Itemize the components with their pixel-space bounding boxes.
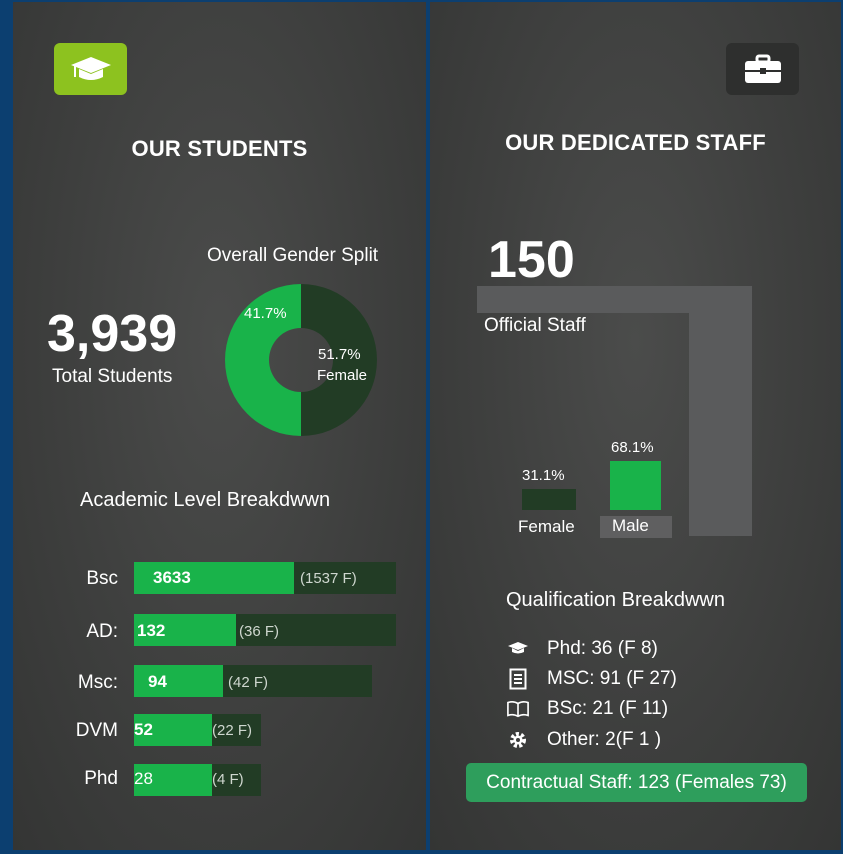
staff-tile bbox=[726, 43, 799, 95]
staff-female-pct: 31.1% bbox=[522, 467, 565, 484]
total-staff-number: 150 bbox=[488, 231, 575, 289]
qualification-title: Qualification Breakdwwn bbox=[506, 589, 725, 611]
total-students-label: Total Students bbox=[52, 366, 173, 387]
level-female: (1537 F) bbox=[300, 570, 357, 587]
level-female: (22 F) bbox=[212, 722, 253, 739]
staff-male-pct: 68.1% bbox=[611, 439, 654, 456]
students-title: OUR STUDENTS bbox=[131, 136, 308, 161]
staff-title: OUR DEDICATED STAFF bbox=[505, 130, 766, 155]
students-panel: OUR STUDENTS 3,939 Total Students Overal… bbox=[13, 2, 426, 850]
qualification-item-phd: Phd: 36 (F 8) bbox=[507, 638, 658, 660]
staff-panel: OUR DEDICATED STAFF 150 Official Staff 3… bbox=[430, 2, 841, 850]
staff-male-label: Male bbox=[600, 516, 672, 538]
level-value: 94 bbox=[148, 672, 167, 691]
qualification-text: MSC: 91 (F 27) bbox=[547, 668, 677, 689]
document-icon bbox=[507, 668, 529, 690]
qualification-text: Other: 2(F 1 ) bbox=[547, 729, 662, 750]
staff-female-bar bbox=[522, 489, 576, 510]
total-staff-label: Official Staff bbox=[484, 315, 586, 336]
students-tile bbox=[54, 43, 127, 95]
level-label: AD: bbox=[86, 621, 118, 642]
level-female: (42 F) bbox=[228, 674, 269, 691]
donut-female-label: Female bbox=[317, 367, 368, 384]
chart-frame-side bbox=[689, 286, 752, 536]
level-label: Msc: bbox=[77, 672, 118, 693]
academic-breakdown-title: Academic Level Breakdwwn bbox=[80, 489, 331, 511]
total-students-number: 3,939 bbox=[47, 305, 178, 363]
graduation-cap-icon bbox=[507, 638, 529, 660]
qualification-item-msc: MSC: 91 (F 27) bbox=[507, 668, 677, 690]
qualification-item-other: Other: 2(F 1 ) bbox=[507, 729, 661, 751]
level-value: 52 bbox=[134, 720, 153, 739]
qualification-text: Phd: 36 (F 8) bbox=[547, 638, 658, 659]
donut-green-pct: 41.7% bbox=[244, 305, 287, 322]
open-book-icon bbox=[507, 698, 529, 720]
level-female: (4 F) bbox=[212, 771, 244, 788]
gear-icon bbox=[507, 729, 529, 751]
level-female: (36 F) bbox=[239, 623, 280, 640]
briefcase-icon bbox=[744, 54, 781, 83]
level-label: Phd bbox=[84, 768, 118, 789]
level-label: DVM bbox=[75, 720, 118, 741]
level-value: 3633 bbox=[153, 568, 191, 587]
level-value: 132 bbox=[137, 621, 166, 640]
staff-male-bar bbox=[610, 461, 661, 510]
gender-split-title: Overall Gender Split bbox=[207, 245, 379, 266]
qualification-text: BSc: 21 (F 11) bbox=[547, 698, 669, 719]
donut-female-pct: 51.7% bbox=[318, 346, 361, 363]
graduation-cap-icon bbox=[70, 57, 111, 80]
level-value: 28 bbox=[134, 769, 153, 788]
qualification-item-bsc: BSc: 21 (F 11) bbox=[507, 698, 668, 720]
staff-female-label: Female bbox=[518, 517, 575, 536]
level-label: Bsc bbox=[86, 568, 118, 589]
contractual-staff-badge: Contractual Staff: 123 (Females 73) bbox=[466, 763, 807, 802]
